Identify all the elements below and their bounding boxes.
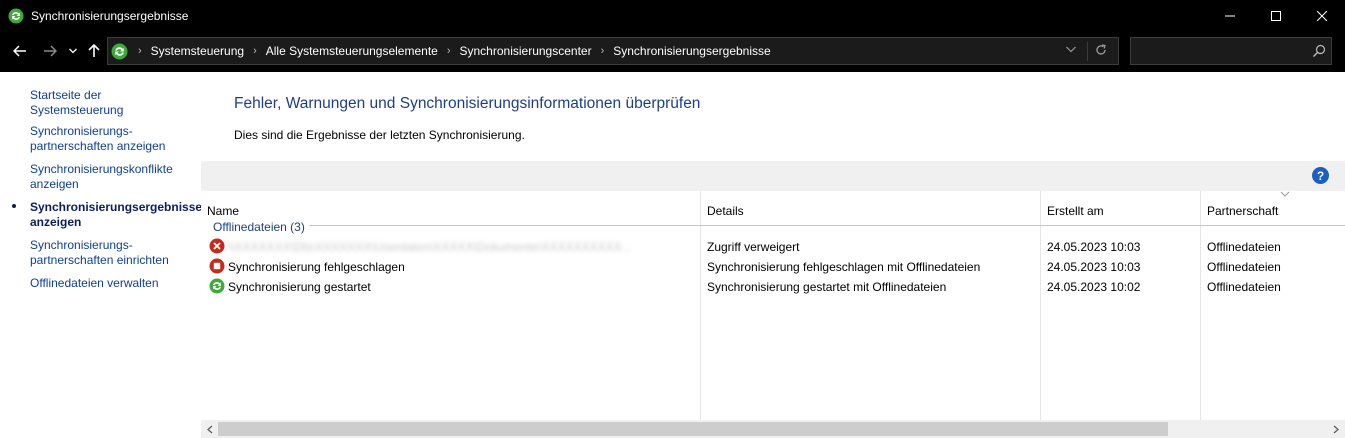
breadcrumb: › Systemsteuerung › Alle Systemsteuerung…	[138, 44, 771, 58]
active-item-bullet	[12, 204, 16, 208]
toolbar	[201, 161, 1345, 191]
sync-icon	[209, 278, 225, 294]
breadcrumb-item[interactable]: Alle Systemsteuerungselemente	[266, 44, 438, 58]
group-header-offline-files[interactable]: Offlinedateien (3)	[213, 220, 305, 234]
table-row[interactable]: \\XXXXXXX\Dfs\XXXXXXX\Userdaten\XXXXX\Do…	[201, 237, 1345, 257]
row-created: 24.05.2023 10:03	[1047, 260, 1141, 274]
column-header-created[interactable]: Erstellt am	[1047, 204, 1104, 218]
page-title: Fehler, Warnungen und Synchronisierungsi…	[234, 95, 701, 112]
error-icon	[209, 238, 225, 254]
nav-link-view-sync-conflicts[interactable]: Synchronisierungskonflikte anzeigen	[30, 162, 180, 192]
row-partnership: Offlinedateien	[1207, 260, 1281, 274]
chevron-right-icon[interactable]: ›	[447, 45, 451, 57]
address-history-chevron-icon[interactable]	[1066, 46, 1076, 53]
sort-descending-icon	[1280, 191, 1290, 197]
stop-icon	[209, 258, 225, 274]
nav-link-view-sync-results[interactable]: Synchronisierungsergebnisse anzeigen	[30, 200, 202, 230]
title-bar: Synchronisierungsergebnisse	[0, 0, 1345, 32]
chevron-right-icon[interactable]: ›	[138, 45, 142, 57]
scroll-left-icon[interactable]	[204, 423, 216, 435]
arrow-right-icon	[44, 45, 57, 57]
refresh-icon[interactable]	[1094, 43, 1108, 57]
row-name: \\XXXXXXX\Dfs\XXXXXXX\Userdaten\XXXXX\Do…	[228, 240, 632, 254]
row-details: Zugriff verweigert	[707, 240, 800, 254]
row-partnership: Offlinedateien	[1207, 280, 1281, 294]
table-row[interactable]: Synchronisierung fehlgeschlagen Synchron…	[201, 257, 1345, 277]
table-row[interactable]: Synchronisierung gestartet Synchronisier…	[201, 277, 1345, 297]
breadcrumb-item[interactable]: Synchronisierungscenter	[460, 44, 592, 58]
scroll-right-icon[interactable]	[1330, 423, 1342, 435]
help-button[interactable]: ?	[1312, 167, 1329, 184]
forward-button[interactable]	[40, 40, 60, 62]
help-icon: ?	[1316, 168, 1325, 183]
search-box[interactable]	[1130, 37, 1332, 65]
nav-link-setup-sync-partnerships[interactable]: Synchronisierungs-partnerschaften einric…	[30, 238, 180, 268]
up-button[interactable]	[85, 40, 103, 62]
row-name: Synchronisierung gestartet	[228, 280, 371, 294]
sync-center-icon	[8, 8, 24, 24]
maximize-icon	[1271, 11, 1281, 21]
recent-locations-button[interactable]	[66, 40, 80, 62]
back-button[interactable]	[10, 40, 30, 62]
scrollbar-thumb[interactable]	[218, 422, 1168, 436]
row-details: Synchronisierung gestartet mit Offlineda…	[707, 280, 947, 294]
nav-link-control-panel-home[interactable]: Startseite der Systemsteuerung	[30, 88, 198, 118]
divider	[1087, 42, 1088, 61]
window-title: Synchronisierungsergebnisse	[31, 9, 189, 23]
arrow-up-icon	[88, 44, 100, 57]
row-name: Synchronisierung fehlgeschlagen	[228, 260, 405, 274]
column-header-name[interactable]: Name	[207, 204, 239, 218]
search-input[interactable]	[1135, 42, 1305, 60]
chevron-down-icon	[69, 48, 77, 54]
breadcrumb-item[interactable]: Synchronisierungsergebnisse	[613, 44, 770, 58]
arrow-left-icon	[13, 45, 26, 57]
close-icon	[1317, 11, 1327, 21]
row-created: 24.05.2023 10:03	[1047, 240, 1141, 254]
nav-link-manage-offline-files[interactable]: Offlinedateien verwalten	[30, 276, 198, 291]
row-details: Synchronisierung fehlgeschlagen mit Offl…	[707, 260, 981, 274]
address-bar[interactable]: › Systemsteuerung › Alle Systemsteuerung…	[107, 37, 1119, 65]
maximize-button[interactable]	[1253, 0, 1299, 32]
minimize-icon	[1225, 15, 1235, 17]
close-button[interactable]	[1299, 0, 1345, 32]
column-header-partnership[interactable]: Partnerschaft	[1207, 204, 1278, 218]
chevron-right-icon[interactable]: ›	[253, 45, 257, 57]
page-description: Dies sind die Ergebnisse der letzten Syn…	[234, 128, 525, 142]
nav-link-view-sync-partnerships[interactable]: Synchronisierungs-partnerschaften anzeig…	[30, 124, 170, 154]
column-header-details[interactable]: Details	[707, 204, 744, 218]
minimize-button[interactable]	[1207, 0, 1253, 32]
horizontal-scrollbar[interactable]	[201, 420, 1345, 438]
breadcrumb-item[interactable]: Systemsteuerung	[151, 44, 244, 58]
search-icon[interactable]	[1312, 44, 1326, 58]
chevron-right-icon[interactable]: ›	[601, 45, 605, 57]
group-divider	[309, 225, 1345, 226]
row-created: 24.05.2023 10:02	[1047, 280, 1141, 294]
results-list: Name Details Erstellt am Partnerschaft O…	[201, 191, 1345, 420]
sync-center-icon	[111, 43, 128, 60]
row-partnership: Offlinedateien	[1207, 240, 1281, 254]
